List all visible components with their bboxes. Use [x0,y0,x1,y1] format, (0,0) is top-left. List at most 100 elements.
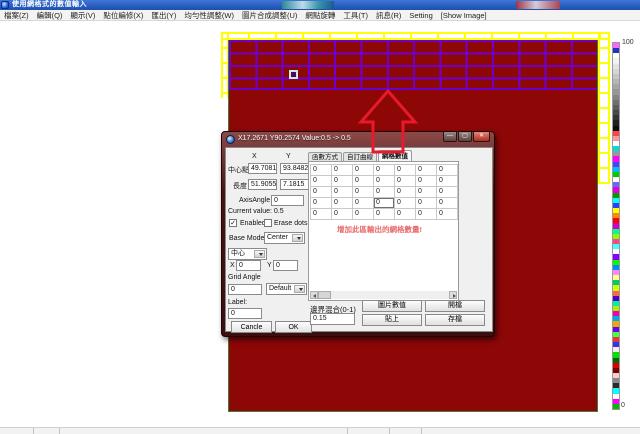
grid-cell[interactable]: 0 [374,165,395,176]
current-value-label: Current value: 0.5 [228,208,284,215]
menu-item[interactable]: 點位編修(X) [99,10,147,21]
grid-cell[interactable]: 0 [311,187,332,198]
grid-cell[interactable]: 0 [374,209,395,220]
erase-dots-label: Erase dots [274,220,307,227]
grid-cell[interactable]: 0 [437,187,458,198]
anchor-select[interactable]: 中心 [228,248,267,260]
scroll-left-icon[interactable] [310,291,318,299]
menu-item[interactable]: 訊息(R) [372,10,405,21]
ok-button[interactable]: OK [275,321,312,333]
selected-cell-marker[interactable] [289,70,298,79]
cancel-button[interactable]: Cancle [231,321,272,333]
grid-cell[interactable]: 0 [416,176,437,187]
dialog-button[interactable]: 存檔 [425,314,485,326]
grid-cell[interactable]: 0 [374,187,395,198]
menu-item[interactable]: 編輯(Q) [33,10,67,21]
menu-item[interactable]: 均勻性調整(W) [180,10,238,21]
y-offset-label: Y [267,262,272,269]
grid-cell[interactable]: 0 [437,209,458,220]
menu-item[interactable]: 匯出(Y) [147,10,180,21]
chevron-down-icon [297,237,301,240]
dialog-button[interactable]: 開檔 [425,300,485,312]
grid-cell[interactable]: 0 [395,176,416,187]
enabled-checkbox[interactable]: ✓ [229,219,237,227]
dialog-button[interactable]: 圖片數值 [362,300,422,312]
grid-cell[interactable]: 0 [353,187,374,198]
grid-cell[interactable]: 0 [311,198,332,209]
axis-angle-field[interactable]: 0 [271,195,304,206]
base-mode-select[interactable]: Center [264,232,305,244]
status-segment [34,428,60,434]
grid-cell[interactable]: 0 [374,198,395,209]
scroll-right-icon[interactable] [449,291,457,299]
minimize-button[interactable]: — [443,132,457,142]
horizontal-scrollbar[interactable] [310,291,457,299]
menu-item[interactable]: 工具(T) [339,10,372,21]
chevron-down-icon [299,288,303,291]
colorbar-segment[interactable] [613,404,619,409]
menu-item[interactable]: 圖片合成調整(U) [238,10,301,21]
grid-cell[interactable]: 0 [332,209,353,220]
boundary-blend-field[interactable]: 0.15 [310,313,355,325]
grid-cell[interactable]: 0 [416,165,437,176]
dialog-button[interactable]: 貼上 [362,314,422,326]
grid-cell[interactable]: 0 [353,198,374,209]
menu-item[interactable]: [Show Image] [437,10,491,21]
x-offset-field[interactable]: 0 [236,260,261,271]
grid-cell[interactable]: 0 [332,176,353,187]
menu-item[interactable]: 網點旋轉 [301,10,339,21]
scrollbar-thumb[interactable] [318,291,331,299]
center-label: 中心點 [228,165,249,175]
grid-cell[interactable]: 0 [437,198,458,209]
center-y-field[interactable]: 93.8482 [280,163,309,174]
dialog-icon [226,135,235,144]
grid-cell[interactable]: 0 [311,165,332,176]
annotation-note: 增加此區輸出的網格數量! [337,224,422,235]
titlebar-artifact [282,1,334,9]
grid-cell[interactable]: 0 [395,209,416,220]
dialog-body: X Y 中心點 49.7081 93.8482 長度 51.9055 7.181… [225,147,493,332]
grid-cell[interactable]: 0 [395,198,416,209]
grid-cell[interactable]: 0 [395,187,416,198]
grid-angle-field[interactable]: 0 [228,284,262,295]
length-y-field[interactable]: 7.1815 [280,179,309,190]
label-field[interactable]: 0 [228,308,262,319]
menu-item[interactable]: Setting [405,10,436,21]
grid-value-dialog: X17.2671 Y90.2574 Value:0.5 -> 0.5 — ▢ ✕… [221,131,495,337]
erase-dots-checkbox[interactable] [264,219,272,227]
dialog-window-buttons: — ▢ ✕ [442,132,490,142]
grid-cell[interactable]: 0 [374,176,395,187]
grid-cell[interactable]: 0 [332,187,353,198]
length-label: 長度 [233,181,247,191]
app-window: 使用網格式的數值輸入 檔案(Z)編輯(Q)顯示(V)點位編修(X)匯出(Y)均勻… [0,0,640,434]
grid-cell[interactable]: 0 [311,209,332,220]
menu-item[interactable]: 檔案(Z) [0,10,33,21]
length-x-field[interactable]: 51.9055 [248,179,277,190]
grid-angle-mode-select[interactable]: Default [266,283,307,295]
grid-cell[interactable]: 0 [416,187,437,198]
status-bar [0,427,640,434]
grid-cell[interactable]: 0 [311,176,332,187]
grid-cell[interactable]: 0 [416,209,437,220]
selection-grid[interactable] [229,40,597,90]
value-grid: 00000000000000000000000000000000000 [310,164,458,220]
close-button[interactable]: ✕ [473,132,490,142]
grid-cell[interactable]: 0 [395,165,416,176]
grid-cell[interactable]: 0 [353,176,374,187]
grid-cell[interactable]: 0 [353,165,374,176]
grid-cell[interactable]: 0 [332,198,353,209]
grid-angle-label: Grid Angle [228,274,261,281]
menu-bar: 檔案(Z)編輯(Q)顯示(V)點位編修(X)匯出(Y)均勻性調整(W)圖片合成調… [0,10,640,21]
grid-cell[interactable]: 0 [332,165,353,176]
center-x-field[interactable]: 49.7081 [248,163,277,174]
grid-cell[interactable]: 0 [437,165,458,176]
maximize-button[interactable]: ▢ [458,132,472,142]
y-offset-field[interactable]: 0 [273,260,298,271]
color-scale[interactable] [612,42,620,410]
grid-cell[interactable]: 0 [353,209,374,220]
label-label: Label: [228,299,247,306]
menu-item[interactable]: 顯示(V) [66,10,99,21]
chevron-down-icon [259,253,263,256]
grid-cell[interactable]: 0 [416,198,437,209]
grid-cell[interactable]: 0 [437,176,458,187]
